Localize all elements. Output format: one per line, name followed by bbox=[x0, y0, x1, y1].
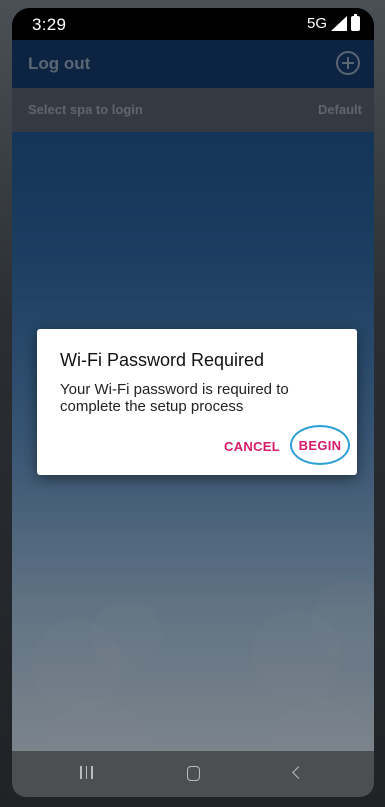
recent-apps-icon[interactable] bbox=[80, 766, 93, 779]
back-icon[interactable] bbox=[292, 766, 305, 779]
status-indicators: 5G bbox=[306, 14, 360, 32]
begin-button[interactable]: BEGIN bbox=[290, 425, 350, 465]
cancel-button[interactable]: CANCEL bbox=[224, 439, 280, 454]
app-content: Log out Select spa to login Default Wi-F… bbox=[12, 40, 374, 751]
device-frame: 3:29 5G Log out Select spa to login Defa… bbox=[0, 0, 385, 807]
wifi-password-dialog: Wi-Fi Password Required Your Wi-Fi passw… bbox=[37, 329, 357, 475]
status-time: 3:29 bbox=[32, 15, 67, 34]
network-type: 5G bbox=[306, 15, 327, 32]
home-icon[interactable] bbox=[187, 766, 200, 781]
navigation-bar bbox=[12, 751, 374, 797]
battery-icon bbox=[351, 14, 360, 31]
status-bar: 3:29 5G bbox=[12, 8, 374, 40]
screen: 3:29 5G Log out Select spa to login Defa… bbox=[12, 8, 374, 797]
dialog-message: Your Wi-Fi password is required to compl… bbox=[60, 381, 289, 415]
dialog-title: Wi-Fi Password Required bbox=[60, 350, 265, 370]
signal-icon bbox=[331, 16, 347, 31]
